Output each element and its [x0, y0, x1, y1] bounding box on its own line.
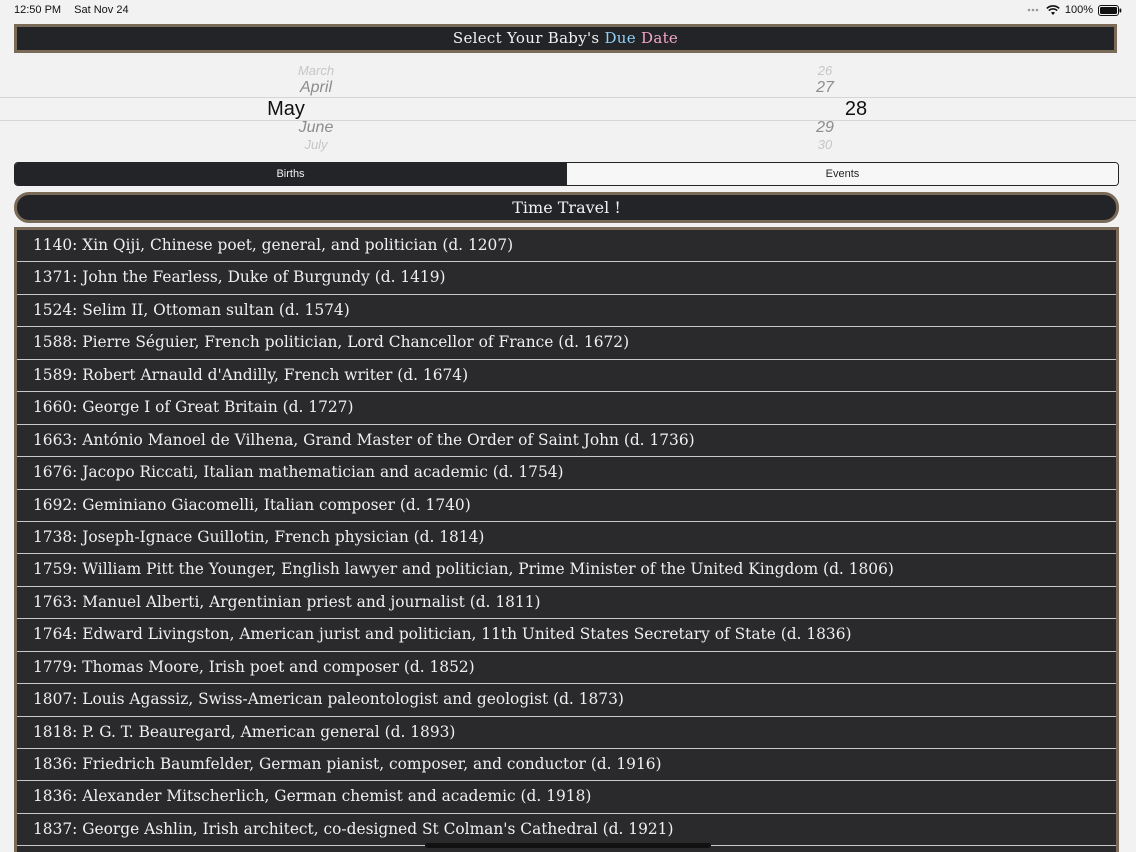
segmented-control: Births Events [14, 162, 1119, 186]
picker-day-selected[interactable]: 28 [826, 98, 886, 121]
status-left: 12:50 PM Sat Nov 24 [14, 4, 139, 16]
date-picker[interactable]: March April May June July 26 27 28 29 30 [0, 60, 1136, 152]
list-item[interactable]: 1837: George Ashlin, Irish architect, co… [17, 814, 1116, 847]
births-list[interactable]: 1140: Xin Qiji, Chinese poet, general, a… [14, 227, 1119, 852]
tab-events[interactable]: Events [566, 163, 1118, 185]
picker-day-option[interactable]: 29 [795, 119, 855, 137]
list-item[interactable]: 1759: William Pitt the Younger, English … [17, 554, 1116, 587]
status-bar: 12:50 PM Sat Nov 24 100% [0, 0, 1136, 20]
battery-icon [1098, 4, 1122, 16]
list-item[interactable]: 1589: Robert Arnauld d'Andilly, French w… [17, 360, 1116, 393]
home-indicator[interactable] [425, 843, 711, 848]
picker-day-option[interactable]: 30 [795, 137, 855, 152]
signal-dots-icon [1027, 7, 1041, 13]
wifi-icon [1046, 4, 1060, 16]
title-due: Due [604, 29, 636, 47]
time-travel-button[interactable]: Time Travel ! [14, 192, 1119, 223]
list-item[interactable]: 1779: Thomas Moore, Irish poet and compo… [17, 652, 1116, 685]
list-item[interactable]: 1676: Jacopo Riccati, Italian mathematic… [17, 457, 1116, 490]
picker-day-option[interactable]: 26 [795, 63, 855, 78]
picker-month-option[interactable]: April [0, 79, 632, 97]
list-item[interactable]: 1588: Pierre Séguier, French politician,… [17, 327, 1116, 360]
list-item[interactable]: 1738: Joseph-Ignace Guillotin, French ph… [17, 522, 1116, 555]
tab-births[interactable]: Births [15, 163, 566, 185]
list-item[interactable]: 1663: António Manoel de Vilhena, Grand M… [17, 425, 1116, 458]
list-item[interactable]: 1763: Manuel Alberti, Argentinian priest… [17, 587, 1116, 620]
battery-percent: 100% [1064, 4, 1093, 16]
list-item[interactable]: 1836: Alexander Mitscherlich, German che… [17, 781, 1116, 814]
picker-day-option[interactable]: 27 [795, 79, 855, 97]
list-item[interactable]: 1836: Friedrich Baumfelder, German piani… [17, 749, 1116, 782]
list-item[interactable]: 1807: Louis Agassiz, Swiss-American pale… [17, 684, 1116, 717]
list-item[interactable]: 1371: John the Fearless, Duke of Burgund… [17, 262, 1116, 295]
list-item[interactable]: 1764: Edward Livingston, American jurist… [17, 619, 1116, 652]
list-item[interactable]: 1660: George I of Great Britain (d. 1727… [17, 392, 1116, 425]
picker-month-option[interactable]: March [0, 63, 632, 78]
picker-month-selected[interactable]: May [0, 98, 572, 121]
status-date: Sat Nov 24 [74, 4, 129, 16]
list-item[interactable]: 1140: Xin Qiji, Chinese poet, general, a… [17, 230, 1116, 263]
page-title: Select Your Baby's Due Date [14, 24, 1117, 53]
title-prefix: Select Your Baby's [452, 29, 600, 47]
title-date: Date [641, 29, 679, 47]
picker-month-option[interactable]: July [0, 137, 632, 152]
picker-month-option[interactable]: June [0, 119, 632, 137]
status-right: 100% [1027, 4, 1122, 16]
list-item[interactable]: 1692: Geminiano Giacomelli, Italian comp… [17, 490, 1116, 522]
list-item[interactable]: 1524: Selim II, Ottoman sultan (d. 1574) [17, 295, 1116, 328]
list-item[interactable]: 1818: P. G. T. Beauregard, American gene… [17, 717, 1116, 749]
status-time: 12:50 PM [14, 4, 62, 16]
